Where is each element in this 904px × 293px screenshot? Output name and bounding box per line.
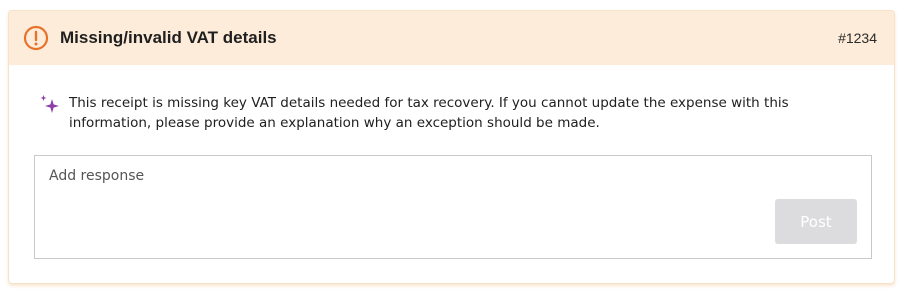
- ai-message: This receipt is missing key VAT details …: [9, 65, 894, 133]
- card-header: Missing/invalid VAT details #1234: [9, 11, 894, 65]
- alert-circle-icon: [23, 25, 49, 51]
- post-button[interactable]: Post: [775, 199, 857, 244]
- sparkle-icon: [39, 93, 61, 115]
- vat-issue-card: Missing/invalid VAT details #1234 This r…: [8, 10, 895, 284]
- message-text: This receipt is missing key VAT details …: [69, 95, 789, 131]
- card-title: Missing/invalid VAT details: [60, 28, 277, 47]
- response-input[interactable]: [35, 156, 871, 258]
- reference-id: #1234: [838, 30, 877, 46]
- response-box: Post: [34, 155, 872, 259]
